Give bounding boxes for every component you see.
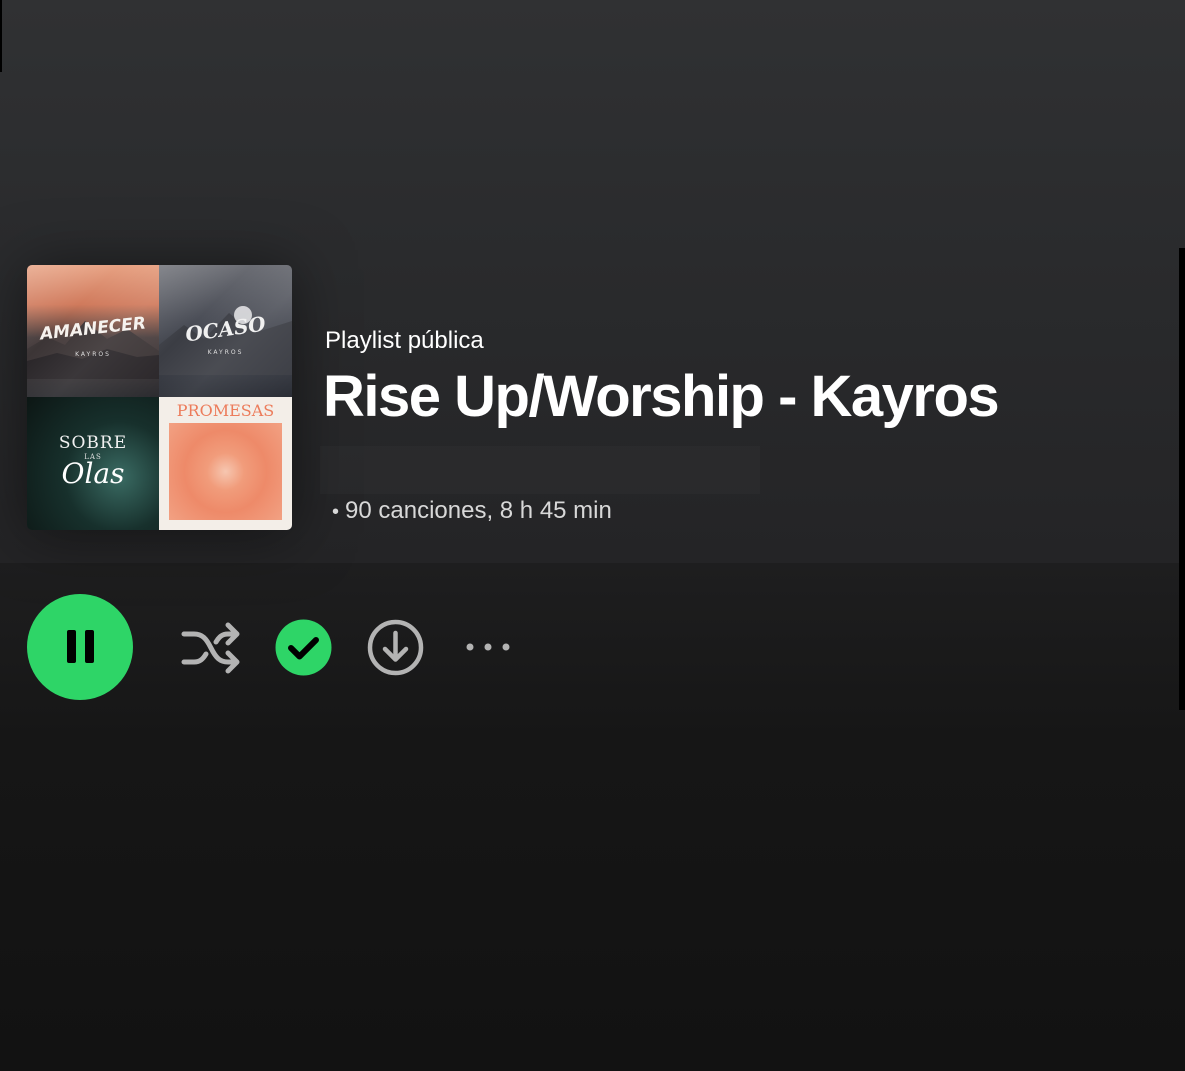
playlist-description xyxy=(320,446,760,494)
cover-tile-promesas: PROMESAS xyxy=(159,397,292,530)
shuffle-icon xyxy=(181,622,240,674)
cover-tile-subtitle: KAYROS xyxy=(75,351,111,358)
download-icon xyxy=(367,619,424,676)
playlist-title: Rise Up/Worship - Kayros xyxy=(323,364,1000,429)
shuffle-button[interactable] xyxy=(180,620,242,676)
playlist-meta: • 90 canciones, 8 h 45 min xyxy=(332,497,612,525)
playlist-stats: 90 canciones, 8 h 45 min xyxy=(345,497,612,524)
more-options-button[interactable] xyxy=(461,627,517,667)
check-circle-icon xyxy=(275,619,332,676)
download-button[interactable] xyxy=(367,619,424,676)
cover-tile-title: SOBRE xyxy=(58,433,128,453)
cover-tile-title: PROMESAS xyxy=(176,401,275,420)
cover-tile-sobre-las-olas: SOBRE LAS Olas xyxy=(27,397,159,530)
more-icon xyxy=(466,643,510,651)
pause-icon xyxy=(67,630,76,663)
pause-icon xyxy=(85,630,94,663)
meta-separator: • xyxy=(332,501,340,523)
playlist-page: AMANECER KAYROS OCASO KAYROS SOBRE LAS O… xyxy=(0,0,1185,1071)
body-background xyxy=(0,563,1185,1071)
playlist-cover[interactable]: AMANECER KAYROS OCASO KAYROS SOBRE LAS O… xyxy=(27,265,292,530)
cover-burst-art xyxy=(169,423,282,520)
scrollbar-track[interactable] xyxy=(1179,248,1185,710)
cover-tile-title: Olas xyxy=(61,457,125,490)
playlist-type-label: Playlist pública xyxy=(325,327,484,354)
cover-tile-amanecer: AMANECER KAYROS xyxy=(27,265,159,397)
cover-tile-subtitle: KAYROS xyxy=(207,349,244,356)
saved-to-library-button[interactable] xyxy=(275,619,332,676)
window-edge xyxy=(0,0,2,72)
cover-tile-ocaso: OCASO KAYROS xyxy=(159,265,292,397)
pause-button[interactable] xyxy=(27,594,133,700)
